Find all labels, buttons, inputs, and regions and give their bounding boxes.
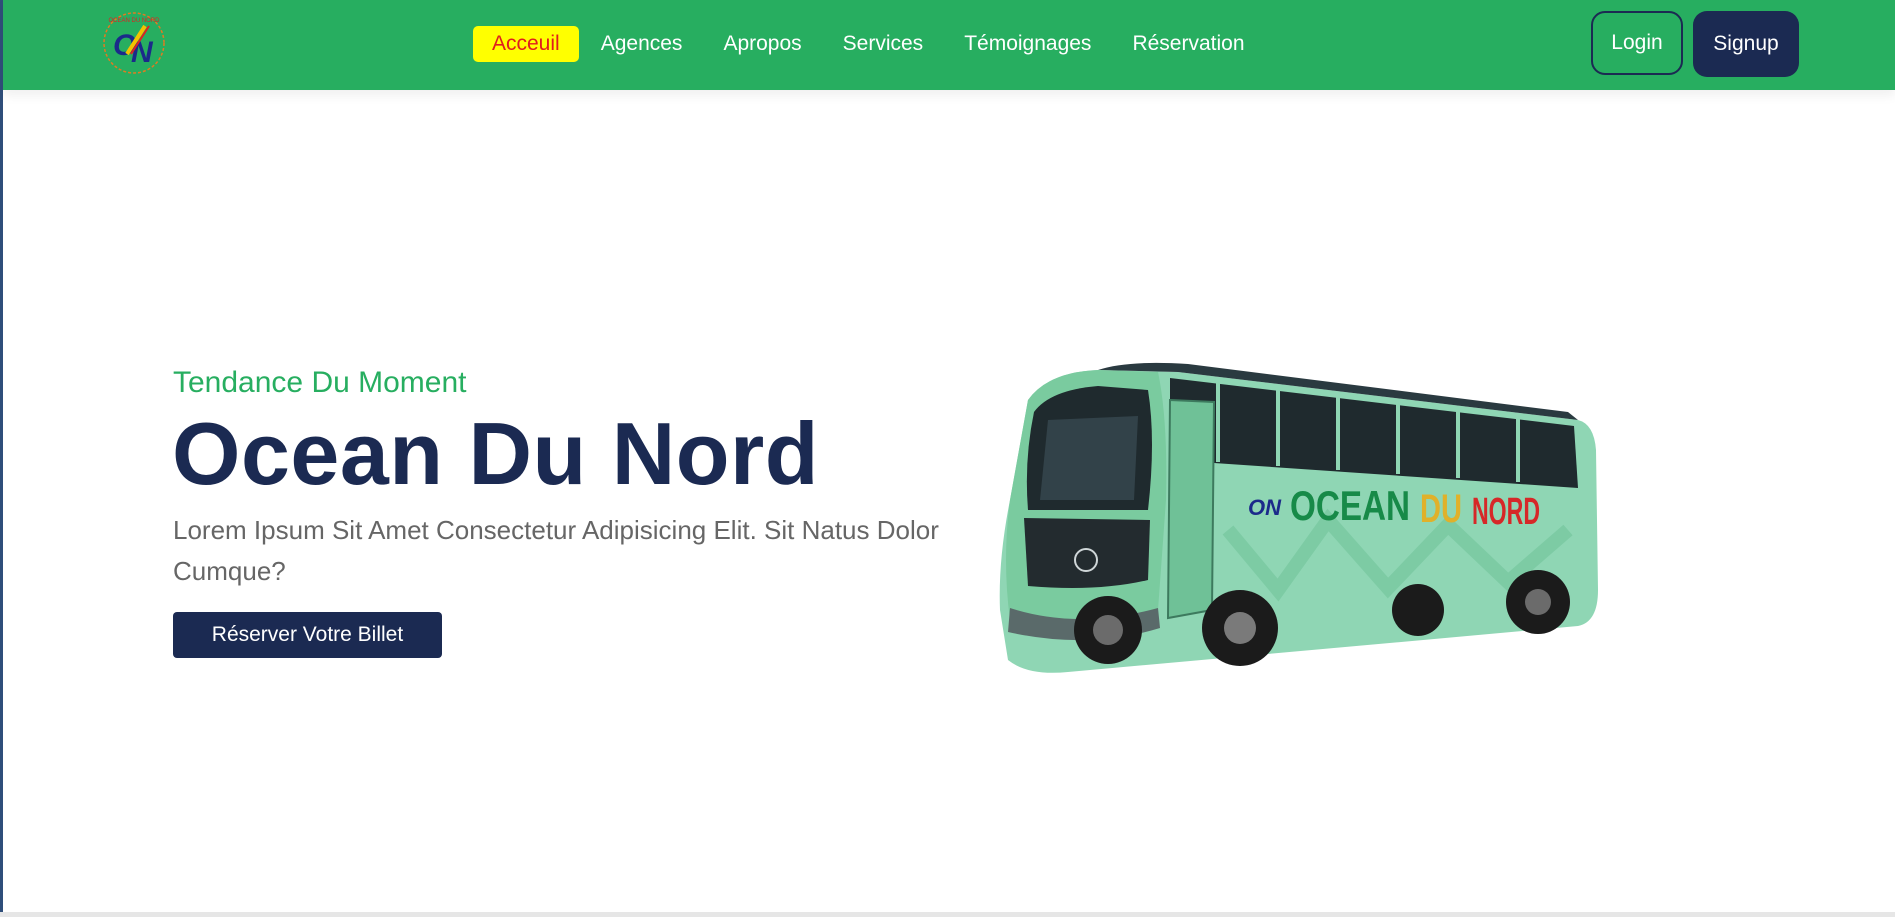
nav-link-agences[interactable]: Agences [582,26,702,62]
hero-description: Lorem Ipsum Sit Amet Consectetur Adipisi… [173,515,939,586]
nav-link-acceuil[interactable]: Acceuil [473,26,579,62]
nav-link-apropos[interactable]: Apropos [704,26,820,62]
svg-text:OCEAN: OCEAN [1290,482,1410,529]
nav-link-temoignages[interactable]: Témoignages [945,26,1110,62]
login-button[interactable]: Login [1591,11,1683,75]
nav-link-services[interactable]: Services [824,26,943,62]
svg-text:NORD: NORD [1472,491,1540,533]
nav-link-reservation[interactable]: Réservation [1113,26,1263,62]
page-left-edge [0,0,3,917]
svg-text:ON: ON [1248,495,1282,520]
reserve-ticket-button[interactable]: Réserver Votre Billet [173,612,442,658]
svg-text:DU: DU [1420,487,1462,531]
brand-logo[interactable]: OCEAN DU NORD O N [99,10,169,76]
auth-buttons: Login Signup [1591,11,1799,77]
signup-button[interactable]: Signup [1693,11,1799,77]
hero-subtitle: Tendance Du Moment [173,366,467,399]
svg-text:OCEAN DU NORD: OCEAN DU NORD [108,18,160,24]
bottom-divider [0,912,1895,917]
main-nav: Acceuil Agences Apropos Services Témoign… [473,26,1267,62]
bus-image: ON OCEAN DU NORD [999,362,1598,673]
hero-title: Ocean Du Nord [172,404,820,503]
top-navbar: OCEAN DU NORD O N Acceuil Agences Apropo… [3,0,1895,90]
